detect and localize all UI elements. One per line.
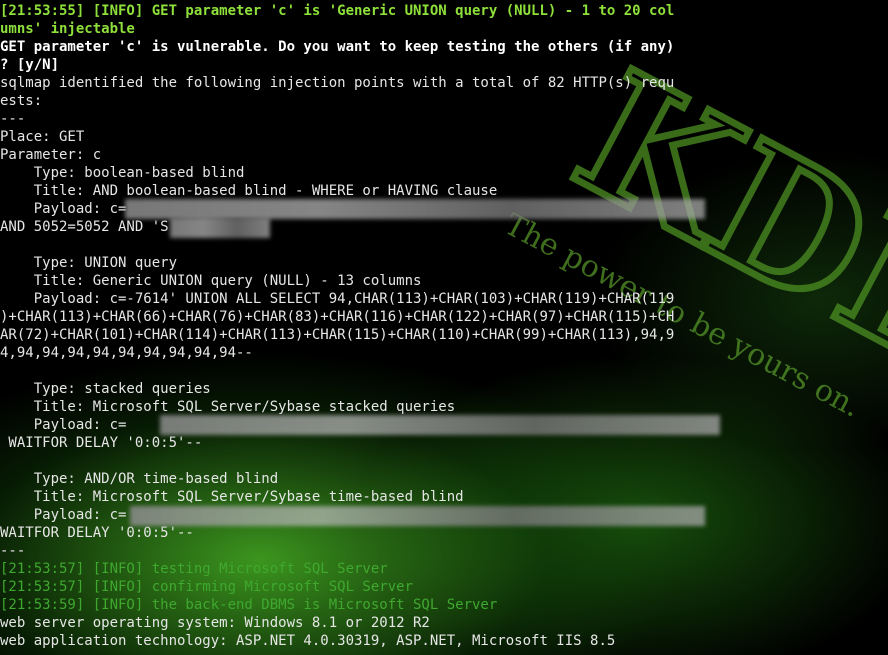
terminal-line: )+CHAR(113)+CHAR(66)+CHAR(76)+CHAR(83)+C… (0, 309, 675, 325)
terminal-line: umns' injectable (0, 21, 135, 37)
terminal-line: Title: Microsoft SQL Server/Sybase time-… (0, 489, 464, 505)
terminal-line: ests: (0, 93, 43, 109)
terminal-line: web server operating system: Windows 8.1… (0, 615, 430, 631)
terminal-line: 4,94,94,94,94,94,94,94,94,94-- (0, 345, 253, 361)
terminal-line: --- (0, 111, 26, 127)
terminal-line: Title: Generic UNION query (NULL) - 13 c… (0, 273, 422, 289)
terminal-line: --- (0, 543, 26, 559)
terminal-line: Type: AND/OR time-based blind (0, 471, 279, 487)
terminal-line: Place: GET (0, 129, 85, 145)
terminal-line: sqlmap identified the following injectio… (0, 75, 675, 91)
terminal-line: Type: boolean-based blind (0, 165, 245, 181)
terminal-line: WAITFOR DELAY '0:0:5'-- (0, 525, 194, 541)
redacted-payload-3 (130, 506, 705, 526)
terminal-line: Title: AND boolean-based blind - WHERE o… (0, 183, 498, 199)
terminal-output: [21:53:55] [INFO] GET parameter 'c' is '… (0, 2, 888, 650)
redacted-payload-1 (125, 199, 705, 219)
terminal-line: [21:53:57] [INFO] confirming Microsoft S… (0, 579, 414, 595)
terminal-line: [21:53:59] [INFO] the back-end DBMS is M… (0, 597, 498, 613)
terminal-line: Type: UNION query (0, 255, 178, 271)
terminal-line: WAITFOR DELAY '0:0:5'-- (0, 435, 203, 451)
terminal-line: AR(72)+CHAR(101)+CHAR(114)+CHAR(113)+CHA… (0, 327, 675, 343)
terminal-line: [21:53:55] [INFO] GET parameter 'c' is '… (0, 3, 675, 19)
terminal-line: AND 5052=5052 AND 'S (0, 219, 169, 235)
terminal-line: web application technology: ASP.NET 4.0.… (0, 633, 616, 649)
terminal-line: GET parameter 'c' is vulnerable. Do you … (0, 39, 675, 55)
terminal-line: Type: stacked queries (0, 381, 211, 397)
terminal-line: Payload: c=-7614' UNION ALL SELECT 94,CH… (0, 291, 675, 307)
redacted-payload-2 (160, 415, 720, 435)
terminal-line: Title: Microsoft SQL Server/Sybase stack… (0, 399, 456, 415)
terminal-line: [21:53:57] [INFO] testing Microsoft SQL … (0, 561, 388, 577)
terminal-line: Parameter: c (0, 147, 102, 163)
redacted-payload-1b (170, 218, 270, 238)
terminal-line: ? [y/N] (0, 57, 60, 73)
